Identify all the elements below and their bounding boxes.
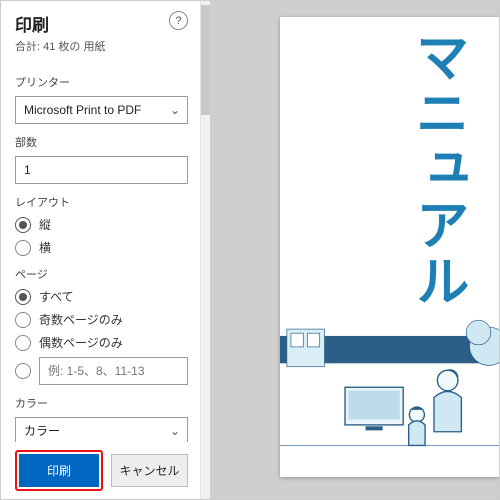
doc-title: マニュアル [398, 29, 477, 309]
settings-scroll: プリンター Microsoft Print to PDF ⌄ 部数 レイアウト … [15, 64, 188, 442]
layout-option-label: 横 [39, 239, 51, 256]
copies-label: 部数 [15, 134, 188, 150]
pages-option-label: 奇数ページのみ [39, 311, 123, 328]
help-icon[interactable]: ? [169, 11, 188, 30]
preview-page: マニュアル [280, 17, 499, 477]
cancel-button[interactable]: キャンセル [111, 454, 188, 487]
pages-range-input[interactable] [39, 357, 188, 385]
radio-icon [15, 335, 31, 351]
printer-dropdown[interactable]: Microsoft Print to PDF [15, 96, 188, 124]
layout-option-label: 縦 [39, 216, 51, 233]
printer-select[interactable]: Microsoft Print to PDF ⌄ [15, 96, 188, 124]
print-dialog: 印刷 合計: 41 枚の 用紙 ? プリンター Microsoft Print … [0, 0, 500, 500]
layout-portrait[interactable]: 縦 [15, 216, 188, 233]
pages-option-label: 偶数ページのみ [39, 334, 123, 351]
panel-scrollbar[interactable] [201, 1, 210, 499]
pages-even[interactable]: 偶数ページのみ [15, 334, 188, 351]
copies-input[interactable] [15, 156, 188, 184]
header-titles: 印刷 合計: 41 枚の 用紙 [15, 11, 105, 54]
footer-buttons: 印刷 キャンセル [15, 450, 188, 491]
highlight-box: 印刷 [15, 450, 103, 491]
color-label: カラー [15, 395, 188, 411]
scrollbar-thumb[interactable] [201, 5, 210, 115]
header: 印刷 合計: 41 枚の 用紙 ? [15, 11, 188, 54]
printer-label: プリンター [15, 74, 188, 90]
layout-label: レイアウト [15, 194, 188, 210]
dialog-title: 印刷 [15, 11, 105, 36]
sheet-total: 合計: 41 枚の 用紙 [15, 38, 105, 54]
pages-odd[interactable]: 奇数ページのみ [15, 311, 188, 328]
settings-panel: 印刷 合計: 41 枚の 用紙 ? プリンター Microsoft Print … [1, 1, 201, 499]
radio-icon [15, 312, 31, 328]
preview-stage: マニュアル [210, 1, 499, 499]
color-select[interactable]: カラー ⌄ [15, 417, 188, 442]
radio-icon [15, 240, 31, 256]
pages-label: ページ [15, 266, 188, 282]
radio-icon [15, 363, 31, 379]
layout-landscape[interactable]: 横 [15, 239, 188, 256]
copies-field [15, 156, 188, 184]
illustration [280, 277, 499, 477]
color-dropdown[interactable]: カラー [15, 417, 188, 442]
pages-option-label: すべて [39, 288, 74, 305]
radio-icon [15, 289, 31, 305]
pages-range[interactable] [15, 357, 188, 385]
print-button[interactable]: 印刷 [19, 454, 99, 487]
pages-all[interactable]: すべて [15, 288, 188, 305]
radio-icon [15, 217, 31, 233]
